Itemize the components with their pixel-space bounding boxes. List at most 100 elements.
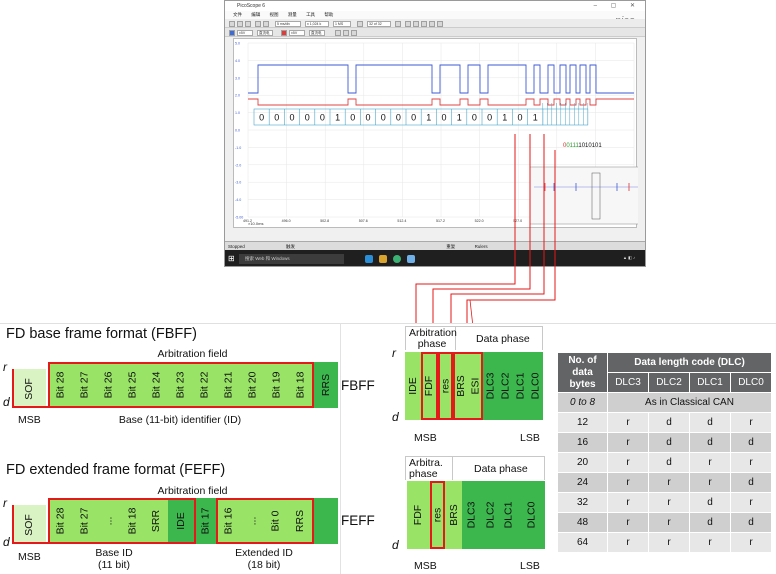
- feff-side-label: FEFF: [341, 513, 375, 528]
- ctrl-bottom-msb: MSB: [414, 560, 437, 572]
- dlc-value-cell: r: [730, 492, 772, 513]
- frame-cell: DLC3: [462, 481, 481, 549]
- frame-cell: DLC1: [499, 481, 517, 549]
- dlc-value-cell: r: [689, 472, 731, 493]
- fbff-arbitration-label: Arbitration field: [157, 348, 228, 360]
- dlc-sub-header-1: DLC1: [689, 372, 731, 393]
- frame-cell-label: IDE: [407, 377, 420, 395]
- frame-cell-label: DLC0: [524, 501, 537, 529]
- table-row: 64 r r r r: [557, 532, 772, 553]
- fbff-side-label: FBFF: [341, 378, 375, 393]
- table-row: 12 r d d r: [557, 412, 772, 433]
- dlc-value-cell: d: [689, 492, 731, 513]
- dlc-value-cell: d: [730, 472, 772, 493]
- dlc-value-cell: d: [648, 412, 690, 433]
- dlc-value-cell: r: [607, 452, 649, 473]
- ctrl-bottom-data-label: Data phase: [474, 463, 528, 475]
- frame-cell-label: BRS: [447, 504, 460, 526]
- dlc-value-cell: r: [730, 452, 772, 473]
- dlc-first-text: As in Classical CAN: [607, 392, 772, 413]
- frame-cell: RRS: [314, 362, 338, 408]
- frame-cell-label: DLC2: [484, 501, 497, 529]
- frame-cell: DLC3: [483, 352, 498, 420]
- frame-cell: IDE: [405, 352, 421, 420]
- dlc-value-cell: d: [730, 512, 772, 533]
- ctrl-top-msb: MSB: [414, 432, 437, 444]
- dlc-group-header: Data length code (DLC): [607, 352, 772, 373]
- fbff-r-label: r: [3, 360, 7, 374]
- fbff-msb-label: MSB: [18, 414, 41, 426]
- frame-cell-label: RRS: [319, 373, 332, 397]
- frame-cell: FDF: [407, 481, 430, 549]
- fbff-d-label: d: [3, 395, 10, 409]
- dlc-value-cell: d: [689, 512, 731, 533]
- ctrl-bottom-header-divider: [452, 456, 453, 480]
- dlc-value-cell: r: [607, 412, 649, 433]
- dlc-value-cell: r: [648, 472, 690, 493]
- feff-ext-id-sub: (18 bit): [247, 559, 281, 571]
- feff-ext-id-label: Extended ID: [235, 547, 293, 559]
- dlc-value-cell: r: [607, 472, 649, 493]
- dlc-bytes-cell: 64: [557, 532, 608, 553]
- ctrl-top-r-label: r: [392, 346, 396, 360]
- table-row: 48 r r d d: [557, 512, 772, 533]
- table-row: 16 r d d d: [557, 432, 772, 453]
- feff-base-id-sub: (11 bit): [98, 559, 130, 571]
- dlc-bytes-cell: 24: [557, 472, 608, 493]
- dlc-bytes-cell: 12: [557, 412, 608, 433]
- frame-cell: DLC2: [498, 352, 513, 420]
- frame-cell-label: FDF: [412, 504, 425, 526]
- feff-arbitration-label: Arbitration field: [157, 485, 228, 497]
- frame-cell-label: DLC1: [502, 501, 515, 529]
- frame-cell-label: DLC1: [514, 372, 527, 400]
- dlc-table: No. of data bytes Data length code (DLC)…: [557, 352, 772, 553]
- fbff-heading: FD base frame format (FBFF): [6, 326, 197, 342]
- feff-r-label: r: [3, 496, 7, 510]
- dlc-bytes-cell: 48: [557, 512, 608, 533]
- ctrl-bottom-d-label: d: [392, 538, 399, 552]
- frame-cell: DLC2: [481, 481, 499, 549]
- arrow-fdf: [415, 134, 516, 358]
- feff-base-id-label: Base ID: [95, 547, 133, 559]
- dlc-value-cell: d: [648, 432, 690, 453]
- frame-cell-label: DLC3: [465, 501, 478, 529]
- ctrl-top-outline: [453, 352, 483, 420]
- dlc-value-cell: r: [689, 452, 731, 473]
- frame-cell-label: Bit 17: [199, 507, 212, 535]
- ctrl-top-outline: [421, 352, 438, 420]
- dlc-value-cell: r: [648, 492, 690, 513]
- ctrl-bottom-arb-label: Arbitra. phase: [409, 457, 443, 480]
- table-row: 24 r r r d: [557, 472, 772, 493]
- frame-cell: BRS: [445, 481, 462, 549]
- dlc-value-cell: r: [607, 532, 649, 553]
- dlc-value-cell: d: [689, 412, 731, 433]
- panel-divider: [340, 323, 341, 574]
- frame-cell: [314, 498, 338, 544]
- dlc-sub-header-0: DLC0: [730, 372, 772, 393]
- ctrl-top-d-label: d: [392, 410, 399, 424]
- fbff-id-label: Base (11-bit) identifier (ID): [118, 414, 242, 426]
- dlc-bytes-cell: 20: [557, 452, 608, 473]
- dlc-first-bytes: 0 to 8: [557, 392, 608, 413]
- frame-cell-label: DLC0: [529, 372, 542, 400]
- feff-msb-label: MSB: [18, 551, 41, 563]
- dlc-value-cell: r: [689, 532, 731, 553]
- dlc-value-cell: d: [689, 432, 731, 453]
- dlc-sub-header-3: DLC3: [607, 372, 649, 393]
- dlc-bytes-cell: 32: [557, 492, 608, 513]
- ctrl-bottom-lsb: LSB: [520, 560, 540, 572]
- dlc-value-cell: r: [607, 492, 649, 513]
- dlc-value-cell: d: [730, 432, 772, 453]
- dlc-value-cell: r: [648, 512, 690, 533]
- table-row: 32 r r d r: [557, 492, 772, 513]
- dlc-value-cell: r: [730, 532, 772, 553]
- dlc-table-body: 12 r d d r 16 r d d d 20 r d r r 24 r r r d 32 r r d r 48 r r d d 64 r r…: [557, 412, 772, 553]
- ctrl-top-data-label: Data phase: [476, 333, 530, 345]
- dlc-sub-header-2: DLC2: [648, 372, 690, 393]
- ctrl-top-outline: [438, 352, 453, 420]
- frame-cell: DLC0: [528, 352, 543, 420]
- frame-cell: DLC0: [517, 481, 545, 549]
- ctrl-bottom-res-outline: [430, 481, 445, 549]
- table-row: 0 to 8 As in Classical CAN: [557, 392, 772, 413]
- feff-heading: FD extended frame format (FEFF): [6, 462, 226, 478]
